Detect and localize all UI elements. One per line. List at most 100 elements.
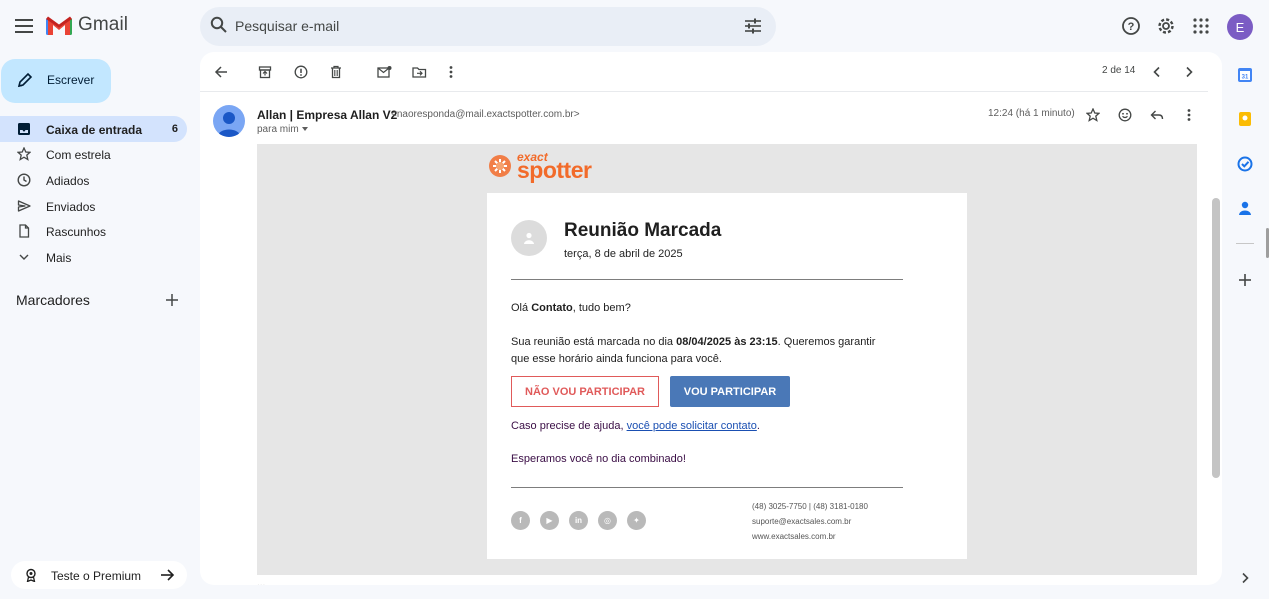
meeting-datetime: 08/04/2025 às 23:15	[676, 336, 778, 348]
labels-heading: Marcadores	[16, 292, 90, 308]
instagram-icon[interactable]: ◎	[598, 511, 617, 530]
premium-label: Teste o Premium	[51, 569, 142, 583]
sidebar-item-starred[interactable]: Com estrela	[0, 141, 187, 167]
gmail-logo[interactable]: Gmail	[46, 14, 128, 36]
sidebar-item-more[interactable]: Mais	[0, 244, 187, 270]
caret-down-icon[interactable]	[301, 126, 309, 132]
sidebar-item-label: Caixa de entrada	[46, 123, 143, 137]
sidebar-item-sent[interactable]: Enviados	[0, 193, 187, 219]
keep-icon[interactable]	[1236, 110, 1254, 128]
more-options-icon[interactable]	[441, 62, 461, 82]
sidebar-item-label: Adiados	[46, 174, 90, 188]
help-icon[interactable]: ?	[1119, 14, 1143, 38]
compose-label: Escrever	[47, 73, 95, 87]
user-placeholder-icon	[511, 220, 547, 256]
app-name: Gmail	[78, 14, 129, 35]
sidebar-item-inbox[interactable]: Caixa de entrada 6	[0, 116, 187, 142]
message-time: 12:24 (há 1 minuto)	[988, 108, 1075, 119]
facebook-icon[interactable]: f	[511, 511, 530, 530]
decline-button[interactable]: NÃO VOU PARTICIPAR	[511, 376, 659, 407]
settings-gear-icon[interactable]	[1154, 14, 1178, 38]
unread-count: 6	[171, 123, 178, 135]
inbox-icon	[17, 122, 31, 136]
star-icon[interactable]	[1084, 106, 1102, 124]
gmail-m-icon	[46, 16, 72, 35]
report-spam-icon[interactable]	[291, 62, 311, 82]
account-avatar[interactable]: E	[1227, 14, 1253, 40]
search-input[interactable]: Pesquisar e-mail	[235, 18, 339, 34]
arrow-right-icon	[159, 567, 175, 583]
award-icon	[24, 568, 38, 582]
sidebar-item-snoozed[interactable]: Adiados	[0, 167, 187, 193]
archive-icon[interactable]	[255, 62, 275, 82]
sidebar-item-label: Enviados	[46, 200, 96, 214]
sender-avatar[interactable]	[213, 105, 245, 137]
help-text: Caso precise de ajuda, você pode solicit…	[511, 420, 760, 432]
show-trimmed-content[interactable]: ...	[257, 578, 265, 585]
twitter-icon[interactable]: ✦	[627, 511, 646, 530]
delete-icon[interactable]	[326, 62, 346, 82]
reply-icon[interactable]	[1148, 106, 1166, 124]
chevron-down-icon	[17, 250, 31, 264]
sidebar-item-drafts[interactable]: Rascunhos	[0, 218, 187, 244]
accept-button[interactable]: VOU PARTICIPAR	[670, 376, 790, 407]
contacts-icon[interactable]	[1236, 199, 1254, 217]
footer-phone: (48) 3025-7750 | (48) 3181-0180	[752, 502, 868, 511]
svg-text:?: ?	[1128, 21, 1135, 33]
chevron-left-icon[interactable]	[1147, 62, 1167, 82]
add-label-icon[interactable]	[164, 292, 180, 308]
calendar-icon[interactable]: 31	[1236, 66, 1254, 84]
sidebar-item-label: Mais	[46, 251, 72, 265]
side-panel-divider	[1236, 243, 1254, 244]
closing-text: Esperamos você no dia combinado!	[511, 453, 686, 465]
google-apps-icon[interactable]	[1189, 14, 1213, 38]
meeting-text: Sua reunião está marcada no dia 08/04/20…	[511, 336, 876, 365]
email-date: terça, 8 de abril de 2025	[564, 248, 683, 260]
draft-icon	[17, 224, 31, 238]
menu-icon	[15, 19, 33, 33]
scrollbar-thumb[interactable]	[1212, 198, 1220, 478]
mark-unread-icon[interactable]	[374, 62, 394, 82]
pagination-status: 2 de 14	[1102, 65, 1136, 76]
expand-side-panel-icon[interactable]	[1236, 569, 1254, 587]
svg-text:31: 31	[1242, 75, 1249, 81]
clock-icon	[17, 173, 31, 187]
compose-button[interactable]: Escrever	[1, 59, 111, 103]
premium-trial-button[interactable]: Teste o Premium	[11, 561, 187, 589]
back-arrow-icon[interactable]	[211, 62, 231, 82]
message-panel: 2 de 14 Allan | Empresa Allan V2 <naores…	[200, 52, 1222, 585]
search-bar[interactable]: Pesquisar e-mail	[200, 7, 776, 46]
request-contact-link[interactable]: você pode solicitar contato	[627, 420, 757, 432]
exactspotter-logo: exact spotter	[487, 144, 967, 193]
footer-website[interactable]: www.exactsales.com.br	[752, 532, 836, 541]
sender-name[interactable]: Allan | Empresa Allan V2	[257, 108, 397, 122]
footer-divider	[511, 487, 903, 488]
search-options-icon[interactable]	[744, 17, 762, 35]
email-card: Reunião Marcada terça, 8 de abril de 202…	[487, 193, 967, 559]
move-to-icon[interactable]	[409, 62, 429, 82]
footer-email[interactable]: suporte@exactsales.com.br	[752, 517, 851, 526]
recipient-details[interactable]: para mim	[257, 124, 309, 135]
divider	[511, 279, 903, 280]
search-icon[interactable]	[210, 16, 228, 34]
greeting-text: Olá Contato, tudo bem?	[511, 302, 631, 314]
email-title: Reunião Marcada	[564, 220, 722, 241]
recipient-label: para mim	[257, 124, 299, 135]
add-addon-icon[interactable]	[1236, 271, 1254, 289]
message-more-icon[interactable]	[1180, 106, 1198, 124]
youtube-icon[interactable]: ▶	[540, 511, 559, 530]
emoji-reaction-icon[interactable]	[1116, 106, 1134, 124]
chevron-right-icon[interactable]	[1179, 62, 1199, 82]
contact-name: Contato	[531, 302, 573, 314]
sender-email: <naoresponda@mail.exactspotter.com.br>	[391, 109, 580, 120]
sidebar-item-label: Rascunhos	[46, 225, 107, 239]
pencil-icon	[17, 72, 33, 88]
send-icon	[17, 199, 31, 213]
toolbar-divider	[200, 91, 1208, 92]
tasks-icon[interactable]	[1236, 155, 1254, 173]
email-body: exact spotter Reunião Marcada terça, 8 d…	[257, 144, 1197, 575]
sidebar-item-label: Com estrela	[46, 148, 111, 162]
star-icon	[17, 147, 31, 161]
main-menu-button[interactable]	[8, 10, 40, 42]
linkedin-icon[interactable]: in	[569, 511, 588, 530]
